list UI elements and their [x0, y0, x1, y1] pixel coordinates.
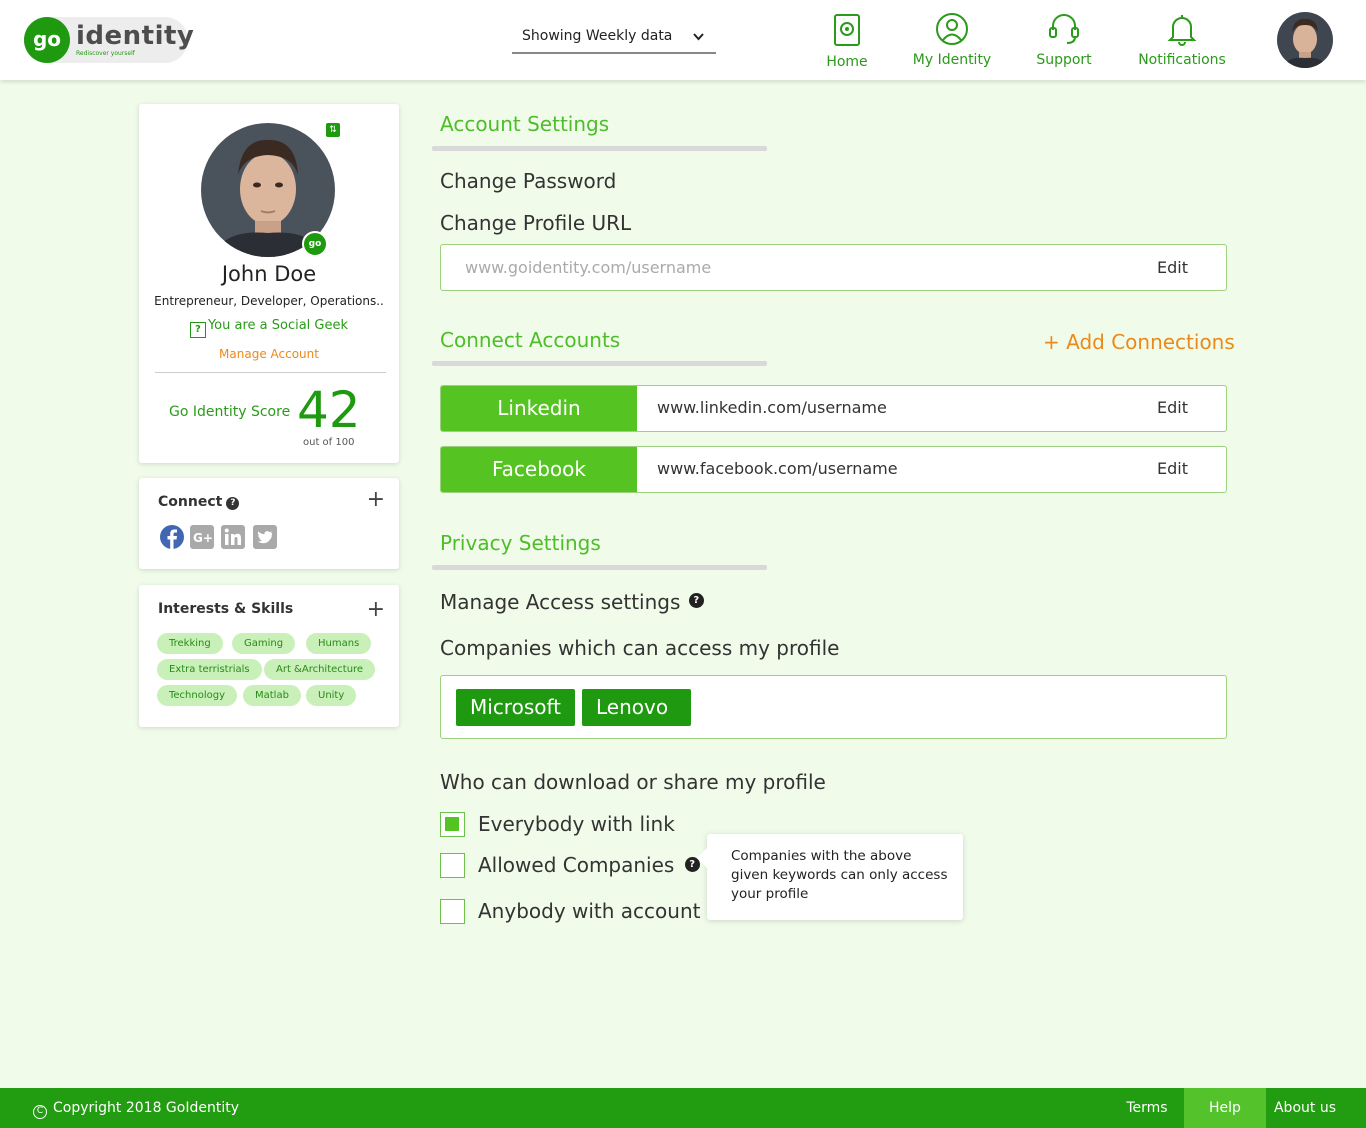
section-underline — [432, 361, 767, 366]
copyright: C Copyright 2018 GoIdentity — [33, 1100, 239, 1119]
facebook-button[interactable]: Facebook — [441, 447, 637, 492]
allowed-companies-text: Allowed Companies — [478, 853, 675, 877]
score-scale: out of 100 — [303, 437, 355, 448]
goidentity-logo[interactable]: go identity Rediscover yourself — [24, 17, 194, 63]
help-icon[interactable]: ? — [226, 497, 240, 510]
edit-profile-url-button[interactable]: Edit — [1157, 258, 1188, 277]
interest-chip[interactable]: Trekking — [157, 633, 223, 654]
change-profile-url-label: Change Profile URL — [440, 211, 632, 235]
interest-chip[interactable]: Unity — [306, 685, 357, 706]
edit-facebook-button[interactable]: Edit — [1157, 459, 1188, 478]
connect-title-text: Connect — [158, 494, 223, 510]
profile-tagline: Entrepreneur, Developer, Operations.. — [154, 294, 384, 308]
logo-mark: go — [24, 17, 70, 63]
score-value: 42 — [297, 381, 361, 439]
connect-card: Connect? + G+ — [139, 478, 399, 569]
allowed-companies-label: Allowed Companies ? — [478, 853, 700, 877]
top-header: go identity Rediscover yourself Showing … — [0, 0, 1366, 80]
linkedin-url: www.linkedin.com/username — [657, 398, 887, 417]
allowed-companies-checkbox[interactable] — [440, 853, 465, 878]
nav-my-identity-label: My Identity — [912, 52, 992, 68]
change-password-link[interactable]: Change Password — [440, 169, 616, 193]
add-connect-button[interactable]: + — [367, 489, 385, 511]
bell-icon — [1167, 15, 1197, 46]
linkedin-account-row: Linkedin www.linkedin.com/username Edit — [440, 385, 1227, 432]
logo-tagline: Rediscover yourself — [76, 50, 135, 57]
period-select[interactable]: Showing Weekly data — [512, 24, 716, 54]
interest-chip[interactable]: Gaming — [232, 633, 296, 654]
connect-title: Connect? — [158, 494, 240, 510]
allowed-companies-tooltip: Companies with the above given keywords … — [697, 834, 963, 920]
interest-chip[interactable]: Extra terristrials — [157, 659, 262, 680]
account-settings-title: Account Settings — [440, 112, 610, 136]
user-circle-icon — [936, 13, 968, 45]
nav-support-label: Support — [1036, 52, 1092, 68]
copyright-icon: C — [33, 1105, 47, 1119]
manage-access-text: Manage Access settings — [440, 590, 681, 614]
nav-notifications-label: Notifications — [1138, 52, 1226, 68]
everybody-with-link-checkbox[interactable] — [440, 812, 465, 837]
profile-card: ⇅ go John Doe Entrepreneur, Developer, O… — [139, 104, 399, 463]
connect-accounts-title: Connect Accounts — [440, 328, 621, 352]
period-select-value: Showing Weekly data — [522, 28, 673, 44]
company-chip-microsoft[interactable]: Microsoft — [456, 689, 576, 726]
social-type[interactable]: ? You are a Social Geek — [139, 318, 399, 338]
footer: C Copyright 2018 GoIdentity Terms Help Ab… — [0, 1088, 1366, 1128]
interest-chip[interactable]: Technology — [157, 685, 238, 706]
copyright-text: Copyright 2018 GoIdentity — [53, 1100, 240, 1116]
twitter-icon[interactable] — [253, 525, 277, 549]
user-avatar[interactable] — [1277, 12, 1333, 68]
companies-access-label: Companies which can access my profile — [440, 636, 840, 660]
home-icon — [834, 14, 860, 46]
social-type-label: You are a Social Geek — [207, 318, 349, 333]
linkedin-button[interactable]: Linkedin — [441, 386, 637, 431]
profile-name: John Doe — [221, 262, 317, 286]
company-chip-lenovo[interactable]: Lenovo — [582, 689, 691, 726]
headset-icon — [1049, 14, 1079, 44]
footer-link-help[interactable]: Help — [1184, 1088, 1266, 1128]
interests-card: Interests & Skills + Trekking Gaming Hum… — [139, 585, 399, 727]
privacy-settings-title: Privacy Settings — [440, 531, 601, 555]
edit-linkedin-button[interactable]: Edit — [1157, 398, 1188, 417]
go-badge: go — [302, 231, 328, 257]
section-underline — [432, 146, 767, 151]
linkedin-icon[interactable] — [221, 525, 245, 549]
nav-my-identity[interactable]: My Identity — [911, 12, 993, 68]
google-plus-icon[interactable]: G+ — [190, 525, 214, 549]
interest-chip[interactable]: Art &Architecture — [264, 659, 376, 680]
chevron-down-icon — [693, 30, 704, 44]
companies-field[interactable]: Microsoft Lenovo — [440, 675, 1227, 739]
nav-home[interactable]: Home — [817, 12, 877, 70]
interests-title: Interests & Skills — [158, 601, 294, 617]
manage-access-label: Manage Access settings ? — [440, 590, 704, 614]
profile-url-placeholder: www.goidentity.com/username — [465, 258, 712, 277]
anybody-with-account-checkbox[interactable] — [440, 899, 465, 924]
anybody-with-account-label: Anybody with account UI — [478, 899, 728, 923]
question-box-icon: ? — [189, 322, 206, 338]
nav-notifications[interactable]: Notifications — [1138, 12, 1226, 68]
nav-home-label: Home — [826, 54, 868, 70]
nav-support[interactable]: Support — [1034, 12, 1094, 68]
profile-url-field[interactable]: www.goidentity.com/username Edit — [440, 244, 1227, 291]
interest-chip[interactable]: Matlab — [243, 685, 301, 706]
add-interest-button[interactable]: + — [367, 599, 385, 621]
footer-link-about[interactable]: About us — [1266, 1088, 1344, 1128]
facebook-url: www.facebook.com/username — [657, 459, 898, 478]
logo-wordmark: identity — [76, 21, 195, 51]
download-share-label: Who can download or share my profile — [440, 770, 826, 794]
svg-text:G+: G+ — [193, 531, 213, 545]
footer-link-terms[interactable]: Terms — [1112, 1088, 1182, 1128]
facebook-account-row: Facebook www.facebook.com/username Edit — [440, 446, 1227, 493]
score-label: Go Identity Score — [169, 404, 291, 420]
section-underline — [432, 565, 767, 570]
everybody-with-link-label: Everybody with link — [478, 812, 675, 836]
edit-profile-icon[interactable]: ⇅ — [326, 123, 340, 137]
help-icon[interactable]: ? — [688, 593, 704, 608]
divider — [155, 372, 386, 373]
add-connections-button[interactable]: + Add Connections — [1043, 330, 1235, 354]
interest-chip[interactable]: Humans — [306, 633, 372, 654]
manage-account-link[interactable]: Manage Account — [139, 347, 399, 361]
facebook-icon[interactable] — [160, 525, 184, 549]
